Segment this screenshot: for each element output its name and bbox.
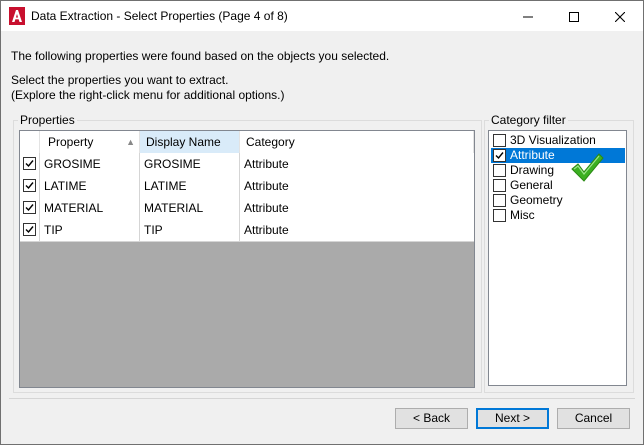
category-label: 3D Visualization [510,133,596,147]
cell-display-name[interactable]: MATERIAL [140,197,240,219]
window-title: Data Extraction - Select Properties (Pag… [31,9,288,23]
header-property-label: Property [48,135,94,149]
minimize-button[interactable] [505,1,551,31]
cell-display-name[interactable]: GROSIME [140,153,240,175]
row-checkbox[interactable] [23,179,36,192]
autocad-a-icon [9,7,25,25]
category-checkbox[interactable] [493,194,506,207]
cell-display-name[interactable]: TIP [140,219,240,241]
header-display-name[interactable]: Display Name [140,131,240,153]
properties-grid[interactable]: Property ▲ Display Name Category GROSIME… [19,130,475,388]
row-checkbox[interactable] [23,201,36,214]
properties-group-label: Properties [18,113,77,127]
row-checkbox[interactable] [23,157,36,170]
footer-separator [9,398,635,399]
category-filter-list[interactable]: 3D Visualization Attribute Drawing Gener… [488,130,627,386]
category-item-geometry[interactable]: Geometry [491,193,625,208]
intro-select-text: Select the properties you want to extrac… [11,73,229,87]
back-button[interactable]: < Back [395,408,468,429]
cell-property: GROSIME [40,153,140,175]
category-checkbox[interactable] [493,209,506,222]
sort-ascending-icon: ▲ [126,137,135,147]
category-item-misc[interactable]: Misc [491,208,625,223]
title-bar[interactable]: Data Extraction - Select Properties (Pag… [1,1,643,31]
category-label: Drawing [510,163,555,177]
close-button[interactable] [597,1,643,31]
category-filter-label: Category filter [489,113,568,127]
header-property[interactable]: Property ▲ [40,131,140,153]
next-button[interactable]: Next > [476,408,549,429]
cell-category: Attribute [244,179,289,193]
maximize-button[interactable] [551,1,597,31]
category-checkbox[interactable] [493,164,506,177]
cell-property: TIP [40,219,140,241]
dialog-window: Data Extraction - Select Properties (Pag… [0,0,644,445]
cell-property: LATIME [40,175,140,197]
row-checkbox-cell [20,219,40,241]
category-checkbox[interactable] [493,179,506,192]
cell-category: Attribute [244,201,289,215]
header-display-name-label: Display Name [146,135,221,149]
category-checkbox[interactable] [493,134,506,147]
table-row[interactable]: GROSIME GROSIME Attribute [20,153,474,176]
category-checkbox[interactable] [493,149,506,162]
green-checkmark-icon [569,151,605,188]
table-row[interactable]: MATERIAL MATERIAL Attribute [20,197,474,220]
cell-category: Attribute [244,223,289,237]
cancel-button[interactable]: Cancel [557,408,630,429]
cell-display-name[interactable]: LATIME [140,175,240,197]
table-row[interactable]: LATIME LATIME Attribute [20,175,474,198]
category-label: Attribute [510,148,555,162]
cell-category: Attribute [244,157,289,171]
grid-header: Property ▲ Display Name Category [20,131,474,154]
category-label: Geometry [510,193,563,207]
header-check-column[interactable] [20,131,40,153]
header-category[interactable]: Category [240,131,474,153]
row-checkbox-cell [20,197,40,219]
intro-found-text: The following properties were found base… [11,49,390,63]
header-category-label: Category [246,135,295,149]
category-label: General [510,178,553,192]
category-item-3d-visualization[interactable]: 3D Visualization [491,133,625,148]
table-row[interactable]: TIP TIP Attribute [20,219,474,242]
row-checkbox-cell [20,175,40,197]
row-checkbox[interactable] [23,223,36,236]
cell-property: MATERIAL [40,197,140,219]
intro-hint-text: (Explore the right-click menu for additi… [11,88,285,102]
row-checkbox-cell [20,153,40,175]
category-label: Misc [510,208,535,222]
